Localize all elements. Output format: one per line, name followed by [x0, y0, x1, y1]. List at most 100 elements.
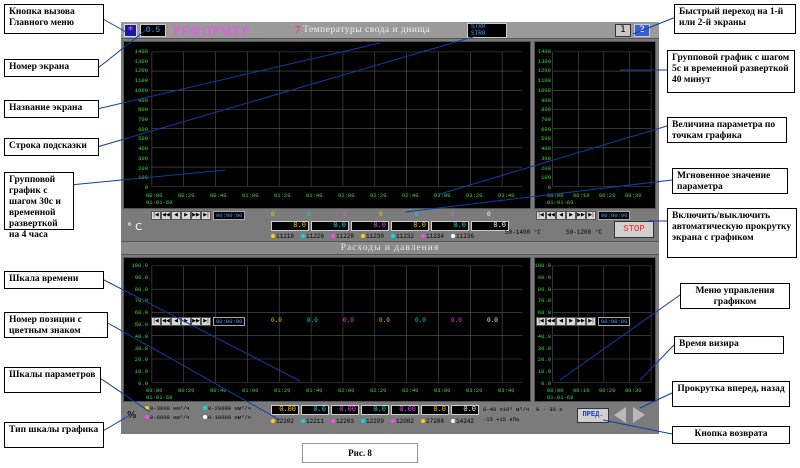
last-icon[interactable]: ▶|: [586, 211, 596, 220]
y-tick: 1300: [537, 57, 551, 65]
fast-forward-icon[interactable]: ▶▶: [191, 317, 201, 326]
bottom-panel-title: Расходы и давления: [121, 241, 659, 255]
time-tick: 03:20: [466, 387, 483, 394]
y-tick: 1400: [537, 48, 551, 55]
last-icon[interactable]: ▶|: [586, 317, 596, 326]
date-label: 01-01-69: [547, 394, 574, 401]
fast-forward-icon[interactable]: ▶▶: [576, 211, 586, 220]
forward-icon[interactable]: ▶: [181, 317, 191, 326]
top-small-grid: [552, 51, 652, 187]
rewind-icon[interactable]: ◀◀: [161, 211, 171, 220]
fast-forward-icon[interactable]: ▶▶: [576, 317, 586, 326]
main-menu-button[interactable]: *: [124, 24, 137, 37]
back-icon[interactable]: ◀: [556, 317, 566, 326]
last-icon[interactable]: ▶|: [201, 317, 211, 326]
callout-main-menu-button: Кнопка вызова Главного меню: [4, 4, 104, 34]
forward-icon[interactable]: ▶: [566, 211, 576, 220]
first-icon[interactable]: |◀: [151, 317, 161, 326]
y-tick: 100: [541, 174, 551, 182]
y-tick: 0: [144, 184, 148, 191]
time-tick: 01:00: [242, 387, 259, 394]
scroll-forward-icon[interactable]: [633, 407, 645, 423]
callout-param-scales: Шкалы параметров: [4, 367, 101, 393]
callout-return-button: Кнопка возврата: [672, 426, 790, 444]
scale-marker: 0.0: [415, 317, 426, 324]
cursor-time: 00:00:00: [598, 211, 631, 220]
value-box: 0.0: [361, 405, 389, 415]
back-icon[interactable]: ◀: [171, 211, 181, 220]
rewind-icon[interactable]: ◀◀: [546, 211, 556, 220]
time-tick: 00:00: [146, 387, 163, 394]
time-tick: 01:40: [306, 387, 323, 394]
first-icon[interactable]: |◀: [151, 211, 161, 220]
back-icon[interactable]: ◀: [556, 211, 566, 220]
scale-entry: 0-10000 нм³/ч: [203, 414, 251, 422]
back-icon[interactable]: ◀: [171, 317, 181, 326]
callout-group-chart-30s: Групповой график с шагом 30с и временной…: [4, 172, 74, 240]
bottom-small-plot[interactable]: 100.0 90.0 80.0 70.0 60.0 50.0 40.0 30.0…: [534, 257, 656, 402]
unit-label: ° C: [127, 222, 143, 233]
date-label: 01-01-69: [146, 394, 173, 401]
time-tick: 03:00: [434, 387, 451, 394]
y-tick: 800: [541, 106, 551, 114]
time-tick: 00:20: [599, 192, 616, 199]
value-box: 0.0: [421, 405, 449, 415]
time-tick: 02:00: [338, 387, 355, 394]
bottom-main-nav: |◀ ◀◀ ◀ ▶ ▶▶ ▶| 00:00:00: [151, 317, 246, 326]
y-tick: 30.0: [134, 344, 148, 352]
y-tick: 100: [138, 174, 148, 182]
position-number: 12211: [301, 418, 324, 425]
top-main-plot[interactable]: 1400 1300 1200 1100 1000 900 800 700 600…: [123, 41, 531, 209]
callout-scroll-fwd-back: Прокрутка вперед, назад: [672, 381, 790, 407]
scale-marker: 0.0: [379, 317, 390, 324]
top-small-plot[interactable]: 1400 1300 1200 1100 1000 900 800 700 600…: [534, 41, 656, 209]
y-tick: 0: [547, 184, 551, 191]
first-icon[interactable]: |◀: [536, 211, 546, 220]
scale-marker: 0.0: [343, 317, 354, 324]
y-tick: 500: [541, 135, 551, 143]
first-icon[interactable]: |◀: [536, 317, 546, 326]
y-tick: 0.0: [138, 380, 148, 387]
value-box: 0.0: [391, 221, 429, 231]
stop-button[interactable]: STOP: [614, 221, 654, 238]
time-tick: 00:10: [573, 387, 590, 394]
scale-marker: 0.0: [271, 317, 282, 324]
screen-1-button[interactable]: 1: [615, 24, 631, 37]
scroll-back-icon[interactable]: [614, 407, 626, 423]
bottom-small-grid: [552, 265, 652, 383]
time-tick: 00:10: [573, 192, 590, 199]
back-button[interactable]: ПРЕД.: [577, 408, 609, 423]
bottom-main-plot[interactable]: 100.0 90.0 80.0 70.0 60.0 50.0 40.0 30.0…: [123, 257, 531, 402]
top-main-nav: |◀ ◀◀ ◀ ▶ ▶▶ ▶| 00:00:00: [151, 211, 246, 220]
y-tick: 1000: [537, 86, 551, 94]
y-tick: 1400: [134, 48, 148, 55]
time-tick: 00:40: [210, 192, 227, 199]
forward-icon[interactable]: ▶: [566, 317, 576, 326]
y-tick: 90.0: [134, 273, 148, 281]
y-tick: 500: [138, 135, 148, 143]
screen-2-button[interactable]: 2: [634, 24, 650, 37]
callout-chart-scale-type: Тип шкалы графика: [4, 422, 104, 448]
rewind-icon[interactable]: ◀◀: [546, 317, 556, 326]
position-number: 11232: [391, 233, 414, 240]
time-tick: 00:20: [178, 192, 195, 199]
forward-icon[interactable]: ▶: [181, 211, 191, 220]
fast-forward-icon[interactable]: ▶▶: [191, 211, 201, 220]
y-tick: 900: [138, 96, 148, 104]
callout-group-chart-5s: Групповой график с шагом 5с и временной …: [667, 50, 795, 93]
callout-caption-line: Строка подсказки: [4, 138, 99, 156]
y-tick: 1300: [134, 57, 148, 65]
time-tick: 00:20: [178, 387, 195, 394]
y-tick: 50.0: [134, 321, 148, 328]
caption-string-line-2: STR0: [471, 29, 486, 37]
scale-marker: 0.0: [451, 317, 462, 324]
y-tick: 60.0: [134, 309, 148, 317]
y-tick: 900: [541, 96, 551, 104]
rewind-icon[interactable]: ◀◀: [161, 317, 171, 326]
top-small-nav: |◀ ◀◀ ◀ ▶ ▶▶ ▶| 00:00:00: [536, 211, 631, 220]
last-icon[interactable]: ▶|: [201, 211, 211, 220]
value-box: 0.0: [311, 221, 349, 231]
y-tick: 30.0: [537, 344, 551, 352]
y-tick: 1100: [537, 77, 551, 85]
range-label: 0-40 х10³ м³/ч: [483, 406, 530, 413]
